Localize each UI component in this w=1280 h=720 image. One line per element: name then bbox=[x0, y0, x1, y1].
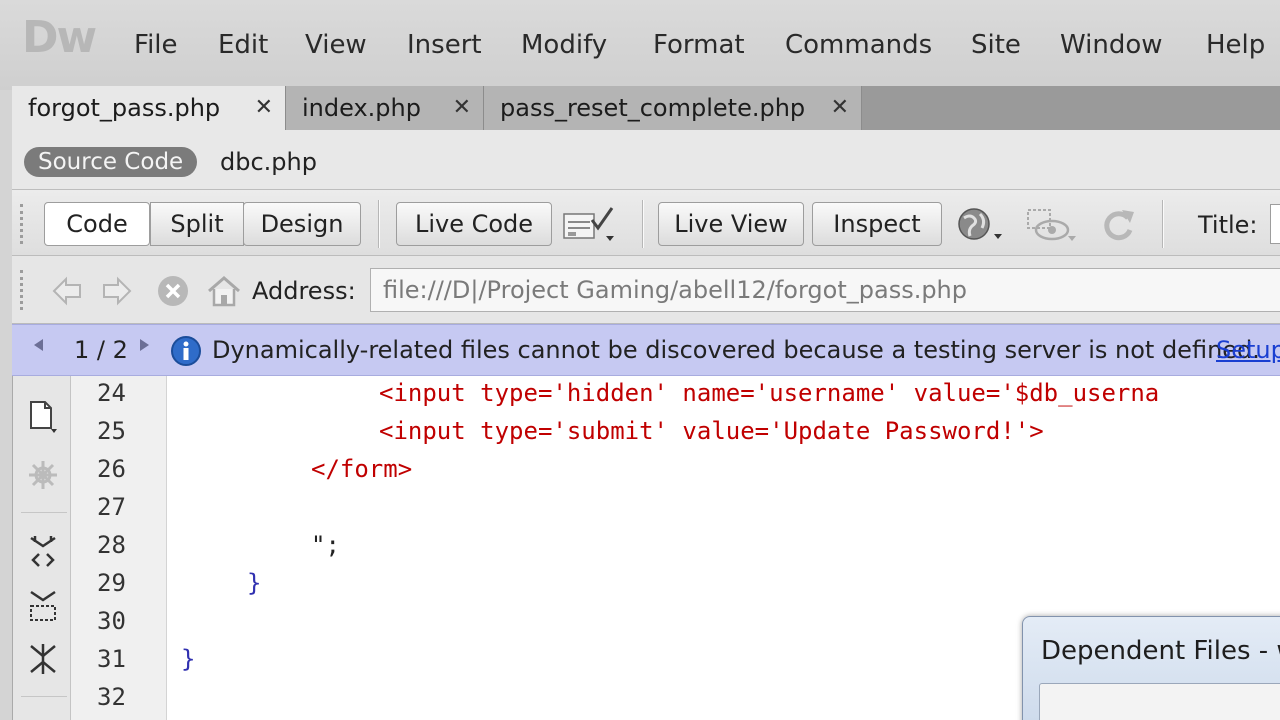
forward-arrow-icon[interactable] bbox=[100, 274, 134, 308]
menu-commands[interactable]: Commands bbox=[785, 30, 932, 60]
menu-window[interactable]: Window bbox=[1060, 30, 1163, 60]
related-file-dbc[interactable]: dbc.php bbox=[220, 147, 317, 177]
close-icon[interactable]: ✕ bbox=[831, 86, 849, 130]
toolbar-separator bbox=[642, 200, 644, 248]
address-label: Address: bbox=[252, 277, 356, 305]
browser-navigation-bar: Address: file:///D|/Project Gaming/abell… bbox=[12, 256, 1280, 324]
visual-aids-icon[interactable] bbox=[1024, 206, 1076, 244]
info-icon bbox=[170, 335, 202, 367]
tab-index[interactable]: index.php ✕ bbox=[286, 86, 484, 130]
menu-edit[interactable]: Edit bbox=[218, 30, 268, 60]
line-number: 29 bbox=[97, 569, 126, 597]
toolbar-grip[interactable] bbox=[20, 204, 28, 244]
previous-message-icon[interactable] bbox=[34, 339, 43, 351]
inspect-button[interactable]: Inspect bbox=[812, 202, 942, 246]
line-number: 26 bbox=[97, 455, 126, 483]
tab-forgot-pass[interactable]: forgot_pass.php ✕ bbox=[12, 86, 286, 130]
menu-site[interactable]: Site bbox=[971, 30, 1021, 60]
menu-bar: Dw File Edit View Insert Modify Format C… bbox=[0, 0, 1280, 90]
menu-file[interactable]: File bbox=[134, 30, 178, 60]
tab-label: index.php bbox=[302, 94, 421, 122]
show-code-navigator-icon[interactable] bbox=[27, 458, 59, 492]
toolbar-separator bbox=[21, 696, 67, 697]
related-files-bar: Source Code dbc.php bbox=[12, 130, 1280, 190]
source-code-button[interactable]: Source Code bbox=[24, 147, 198, 177]
dependent-files-dialog[interactable]: Dependent Files - w bbox=[1022, 616, 1280, 720]
setup-link[interactable]: Setup bbox=[1216, 335, 1280, 365]
menu-view[interactable]: View bbox=[305, 30, 367, 60]
message-counter: 1 / 2 bbox=[74, 336, 128, 364]
split-view-button[interactable]: Split bbox=[150, 202, 244, 246]
live-code-button[interactable]: Live Code bbox=[396, 202, 552, 246]
info-message: Dynamically-related files cannot be disc… bbox=[212, 336, 1260, 364]
stop-icon[interactable] bbox=[156, 274, 190, 308]
code-line: "; bbox=[311, 531, 340, 559]
code-line: <input type='submit' value='Update Passw… bbox=[379, 417, 1044, 445]
globe-icon[interactable] bbox=[956, 206, 1002, 244]
line-number: 31 bbox=[97, 645, 126, 673]
menu-help[interactable]: Help bbox=[1206, 30, 1265, 60]
refresh-icon[interactable] bbox=[1098, 206, 1142, 244]
toolbar-grip[interactable] bbox=[20, 270, 28, 310]
toolbar-separator bbox=[1162, 200, 1164, 248]
tab-pass-reset-complete[interactable]: pass_reset_complete.php ✕ bbox=[484, 86, 862, 130]
menu-format[interactable]: Format bbox=[653, 30, 745, 60]
collapse-selection-icon[interactable] bbox=[27, 588, 59, 622]
home-icon[interactable] bbox=[206, 274, 240, 308]
line-number: 28 bbox=[97, 531, 126, 559]
check-page-icon[interactable] bbox=[562, 206, 614, 244]
code-line: <input type='hidden' name='username' val… bbox=[379, 379, 1160, 407]
line-number: 24 bbox=[97, 379, 126, 407]
dialog-title: Dependent Files - w bbox=[1041, 636, 1280, 666]
document-tabs: forgot_pass.php ✕ index.php ✕ pass_reset… bbox=[12, 86, 1280, 130]
title-input[interactable] bbox=[1270, 204, 1280, 244]
tab-label: forgot_pass.php bbox=[28, 94, 221, 122]
code-line: } bbox=[181, 645, 196, 673]
code-view-button[interactable]: Code bbox=[44, 202, 150, 246]
back-arrow-icon[interactable] bbox=[50, 274, 84, 308]
title-label: Title: bbox=[1198, 211, 1258, 239]
toolbar-separator bbox=[378, 200, 380, 248]
tab-label: pass_reset_complete.php bbox=[500, 94, 806, 122]
dreamweaver-logo: Dw bbox=[22, 12, 97, 63]
expand-all-icon[interactable] bbox=[27, 642, 59, 676]
line-number: 30 bbox=[97, 607, 126, 635]
line-number: 32 bbox=[97, 683, 126, 711]
code-line: </form> bbox=[311, 455, 413, 483]
open-documents-icon[interactable] bbox=[27, 400, 59, 434]
document-toolbar: Code Split Design Live Code Live View In… bbox=[12, 190, 1280, 256]
line-number: 27 bbox=[97, 493, 126, 521]
next-message-icon[interactable] bbox=[140, 339, 149, 351]
code-line: } bbox=[247, 569, 262, 597]
live-view-button[interactable]: Live View bbox=[658, 202, 804, 246]
collapse-full-tag-icon[interactable] bbox=[27, 534, 59, 568]
coding-toolbar bbox=[13, 376, 71, 720]
line-number: 25 bbox=[97, 417, 126, 445]
info-bar: 1 / 2 Dynamically-related files cannot b… bbox=[12, 324, 1280, 376]
address-field[interactable]: file:///D|/Project Gaming/abell12/forgot… bbox=[370, 268, 1280, 312]
menu-insert[interactable]: Insert bbox=[407, 30, 482, 60]
close-icon[interactable]: ✕ bbox=[453, 86, 471, 130]
close-icon[interactable]: ✕ bbox=[255, 86, 273, 130]
line-number-gutter: 24 25 26 27 28 29 30 31 32 bbox=[71, 376, 167, 720]
toolbar-separator bbox=[21, 512, 67, 513]
design-view-button[interactable]: Design bbox=[243, 202, 361, 246]
dialog-body bbox=[1039, 683, 1280, 720]
menu-modify[interactable]: Modify bbox=[521, 30, 607, 60]
